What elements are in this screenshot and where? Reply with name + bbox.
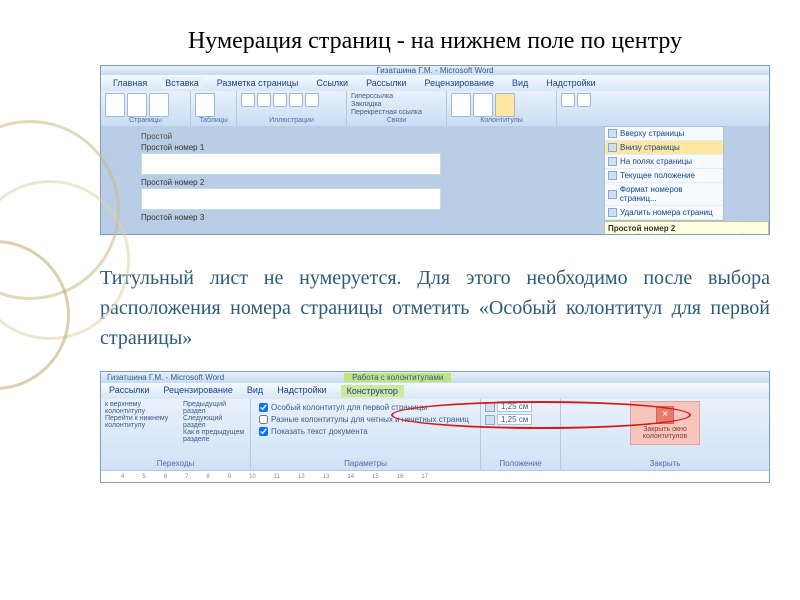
bookmark-item[interactable]: Закладка: [351, 101, 442, 108]
group-pos-label: Положение: [485, 459, 556, 468]
window-title: Гизатшина Г.М. - Microsoft Word: [101, 66, 769, 75]
header-margin-icon: [485, 402, 495, 412]
goto-header[interactable]: к верхнему колонтитулу: [105, 401, 179, 415]
table-icon[interactable]: [195, 93, 215, 117]
tab-insert[interactable]: Вставка: [161, 77, 202, 89]
tab-view-2[interactable]: Вид: [247, 385, 263, 397]
chart-icon[interactable]: [305, 93, 319, 107]
page-break-icon[interactable]: [149, 93, 169, 117]
page-number-gallery: Простой Простой номер 1 Простой номер 2 …: [141, 132, 604, 235]
list-item[interactable]: Простой номер 3: [141, 213, 604, 222]
group-headerfooter: Колонтитулы: [447, 91, 557, 126]
tooltip: Простой номер 2 Номер без форматирования…: [604, 221, 769, 235]
page-number-menu: Вверху страницы Внизу страницы На полях …: [604, 126, 724, 221]
window-title-2: Гизатшина Г.М. - Microsoft Word: [107, 373, 224, 382]
group-navigation: к верхнему колонтитулу Перейти к нижнему…: [101, 399, 251, 470]
menu-current[interactable]: Текущее положение: [605, 169, 723, 183]
word-screenshot-designer: Гизатшина Г.М. - Microsoft Word Работа с…: [100, 371, 770, 483]
tooltip-title: Простой номер 2: [608, 224, 675, 233]
cover-page-icon[interactable]: [105, 93, 125, 117]
tab-mailings[interactable]: Рассылки: [362, 77, 410, 89]
tab-design[interactable]: Конструктор: [341, 385, 404, 397]
option-odd-even[interactable]: Разные колонтитулы для четных и нечетных…: [259, 415, 472, 424]
menu-margins[interactable]: На полях страницы: [605, 155, 723, 169]
header-icon[interactable]: [451, 93, 471, 117]
menu-top[interactable]: Вверху страницы: [605, 127, 723, 141]
same-as-prev[interactable]: Как в предыдущем разделе: [183, 429, 246, 443]
page-number-button[interactable]: [495, 93, 515, 117]
group-tables-label: Таблицы: [195, 117, 232, 124]
goto-footer[interactable]: Перейти к нижнему колонтитулу: [105, 415, 179, 429]
slide-title: Нумерация страниц - на нижнем поле по це…: [100, 28, 770, 55]
group-opts-label: Параметры: [255, 459, 476, 468]
tab-review-2[interactable]: Рецензирование: [163, 385, 233, 397]
group-illus-label: Иллюстрации: [241, 117, 342, 124]
group-pages-label: Страницы: [105, 117, 186, 124]
ribbon: Страницы Таблицы Иллюстрации Гиперссылка: [101, 91, 769, 126]
group-options: Особый колонтитул для первой страницы Ра…: [251, 399, 481, 470]
menu-remove[interactable]: Удалить номера страниц: [605, 206, 723, 220]
ribbon-tabs: Главная Вставка Разметка страницы Ссылки…: [101, 75, 769, 91]
group-close-label: Закрыть: [650, 459, 681, 468]
group-illustrations: Иллюстрации: [237, 91, 347, 126]
prev-section[interactable]: Предыдущий раздел: [183, 401, 246, 415]
menu-bottom[interactable]: Внизу страницы: [605, 141, 723, 155]
smartart-icon[interactable]: [289, 93, 303, 107]
tab-view[interactable]: Вид: [508, 77, 532, 89]
shapes-icon[interactable]: [273, 93, 287, 107]
group-pages: Страницы: [101, 91, 191, 126]
context-tab-title: Работа с колонтитулами: [344, 373, 451, 382]
menu-format[interactable]: Формат номеров страниц...: [605, 183, 723, 206]
group-links-label: Связи: [351, 117, 442, 124]
group-tables: Таблицы: [191, 91, 237, 126]
tab-home[interactable]: Главная: [109, 77, 151, 89]
close-hf-button[interactable]: ✕ Закрыть окно колонтитулов: [630, 401, 700, 445]
tab-layout[interactable]: Разметка страницы: [213, 77, 303, 89]
footer-margin[interactable]: 1,25 см: [497, 414, 532, 425]
word-screenshot-insert: Гизатшина Г.М. - Microsoft Word Главная …: [100, 65, 770, 235]
tab-addins[interactable]: Надстройки: [542, 77, 599, 89]
footer-icon[interactable]: [473, 93, 493, 117]
footer-margin-icon: [485, 415, 495, 425]
tab-refs[interactable]: Ссылки: [312, 77, 352, 89]
ruler: 4567891011121314151617: [101, 470, 769, 482]
option-show-text[interactable]: Показать текст документа: [259, 427, 472, 436]
group-position: 1,25 см 1,25 см Положение: [481, 399, 561, 470]
group-text: [557, 91, 769, 126]
tooltip-desc: Номер без форматирования и линий: [608, 233, 745, 235]
next-section[interactable]: Следующий раздел: [183, 415, 246, 429]
gallery-header: Простой: [141, 132, 604, 141]
list-item[interactable]: Простой номер 2: [141, 178, 604, 211]
textbox-icon[interactable]: [561, 93, 575, 107]
close-icon: ✕: [656, 406, 674, 424]
blank-page-icon[interactable]: [127, 93, 147, 117]
tab-mailings-2[interactable]: Рассылки: [109, 385, 149, 397]
body-paragraph: Титульный лист не нумеруется. Для этого …: [100, 263, 770, 353]
crossref-item[interactable]: Перекрестная ссылка: [351, 109, 442, 116]
group-close: ✕ Закрыть окно колонтитулов Закрыть: [561, 399, 769, 470]
group-nav-label: Переходы: [105, 459, 246, 468]
option-first-page[interactable]: Особый колонтитул для первой страницы: [259, 403, 472, 412]
header-margin[interactable]: 1,25 см: [497, 401, 532, 412]
clipart-icon[interactable]: [257, 93, 271, 107]
group-hf-label: Колонтитулы: [451, 117, 552, 124]
picture-icon[interactable]: [241, 93, 255, 107]
group-links: Гиперссылка Закладка Перекрестная ссылка…: [347, 91, 447, 126]
quickparts-icon[interactable]: [577, 93, 591, 107]
tab-addins-2[interactable]: Надстройки: [277, 385, 326, 397]
tab-review[interactable]: Рецензирование: [420, 77, 498, 89]
list-item[interactable]: Простой номер 1: [141, 143, 604, 176]
hyperlink-item[interactable]: Гиперссылка: [351, 93, 442, 100]
